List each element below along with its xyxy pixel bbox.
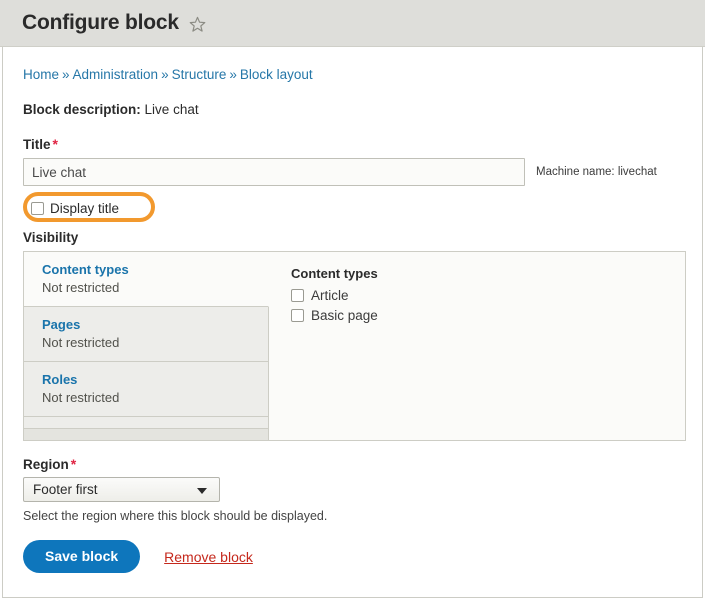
title-label-text: Title bbox=[23, 137, 51, 152]
title-field-label: Title * bbox=[23, 136, 682, 152]
remove-block-link[interactable]: Remove block bbox=[164, 549, 253, 565]
form-actions: Save block Remove block bbox=[23, 540, 682, 573]
tab-roles-title[interactable]: Roles bbox=[42, 371, 268, 388]
tab-roles-summary: Not restricted bbox=[42, 390, 120, 405]
page-title: Configure block bbox=[22, 11, 179, 34]
machine-name-label: Machine name: livechat bbox=[536, 166, 657, 178]
region-label-text: Region bbox=[23, 457, 69, 472]
tab-content-types-summary: Not restricted bbox=[42, 280, 120, 295]
required-marker: * bbox=[52, 136, 58, 152]
tab-pages-title[interactable]: Pages bbox=[42, 316, 268, 333]
article-label[interactable]: Article bbox=[311, 288, 349, 303]
basic-page-label[interactable]: Basic page bbox=[311, 308, 378, 323]
article-checkbox[interactable] bbox=[291, 289, 304, 302]
breadcrumb-separator: » bbox=[229, 67, 237, 82]
breadcrumb-item-structure[interactable]: Structure bbox=[172, 67, 227, 82]
tab-roles[interactable]: Roles Not restricted bbox=[24, 362, 268, 417]
visibility-label: Visibility bbox=[23, 230, 79, 245]
tab-pages[interactable]: Pages Not restricted bbox=[24, 307, 268, 362]
configure-block-page: Configure block Home» Administration» Stru… bbox=[0, 0, 705, 600]
visibility-tab-list: Content types Not restricted Pages Not r… bbox=[24, 252, 269, 440]
pane-heading: Content types bbox=[291, 266, 378, 281]
block-description: Block description: Live chat bbox=[23, 102, 682, 117]
breadcrumb-item-block-layout[interactable]: Block layout bbox=[240, 67, 313, 82]
breadcrumb-item-home[interactable]: Home bbox=[23, 67, 59, 82]
chevron-down-icon bbox=[197, 487, 207, 494]
basic-page-checkbox[interactable] bbox=[291, 309, 304, 322]
tab-content-types-title[interactable]: Content types bbox=[42, 261, 268, 278]
save-block-button[interactable]: Save block bbox=[23, 540, 141, 573]
breadcrumb-separator: » bbox=[62, 67, 70, 82]
checkbox-row-basic-page[interactable]: Basic page bbox=[291, 308, 685, 323]
visibility-tab-pane: Content types Article Basic page bbox=[269, 252, 685, 440]
region-select-value: Footer first bbox=[33, 482, 98, 497]
required-marker: * bbox=[70, 456, 77, 472]
tab-list-filler bbox=[24, 417, 268, 429]
checkbox-row-article[interactable]: Article bbox=[291, 288, 685, 303]
tab-content-types[interactable]: Content types Not restricted bbox=[24, 252, 269, 307]
title-field-row: Machine name: livechat bbox=[23, 158, 682, 186]
title-input[interactable] bbox=[23, 158, 525, 186]
region-field-label: Region * bbox=[23, 456, 682, 472]
star-outline-icon[interactable] bbox=[188, 15, 207, 34]
page-header: Configure block bbox=[0, 0, 705, 47]
breadcrumb: Home» Administration» Structure» Block layo… bbox=[23, 47, 682, 84]
breadcrumb-separator: » bbox=[161, 67, 169, 82]
breadcrumb-item-administration[interactable]: Administration bbox=[73, 67, 159, 82]
tab-pages-summary: Not restricted bbox=[42, 335, 120, 350]
region-select[interactable]: Footer first bbox=[23, 477, 220, 502]
display-title-checkbox-row[interactable]: Display title bbox=[31, 198, 119, 218]
display-title-wrapper: Display title bbox=[23, 192, 682, 222]
display-title-label[interactable]: Display title bbox=[50, 201, 119, 216]
region-help-text: Select the region where this block shoul… bbox=[23, 509, 328, 523]
page-body: Home» Administration» Structure» Block layo… bbox=[2, 47, 703, 598]
display-title-checkbox[interactable] bbox=[31, 201, 44, 215]
block-description-label: Block description: bbox=[23, 102, 141, 117]
tab-list-footer bbox=[24, 429, 268, 440]
visibility-vertical-tabs: Content types Not restricted Pages Not r… bbox=[23, 251, 686, 441]
block-description-value: Live chat bbox=[144, 102, 199, 117]
